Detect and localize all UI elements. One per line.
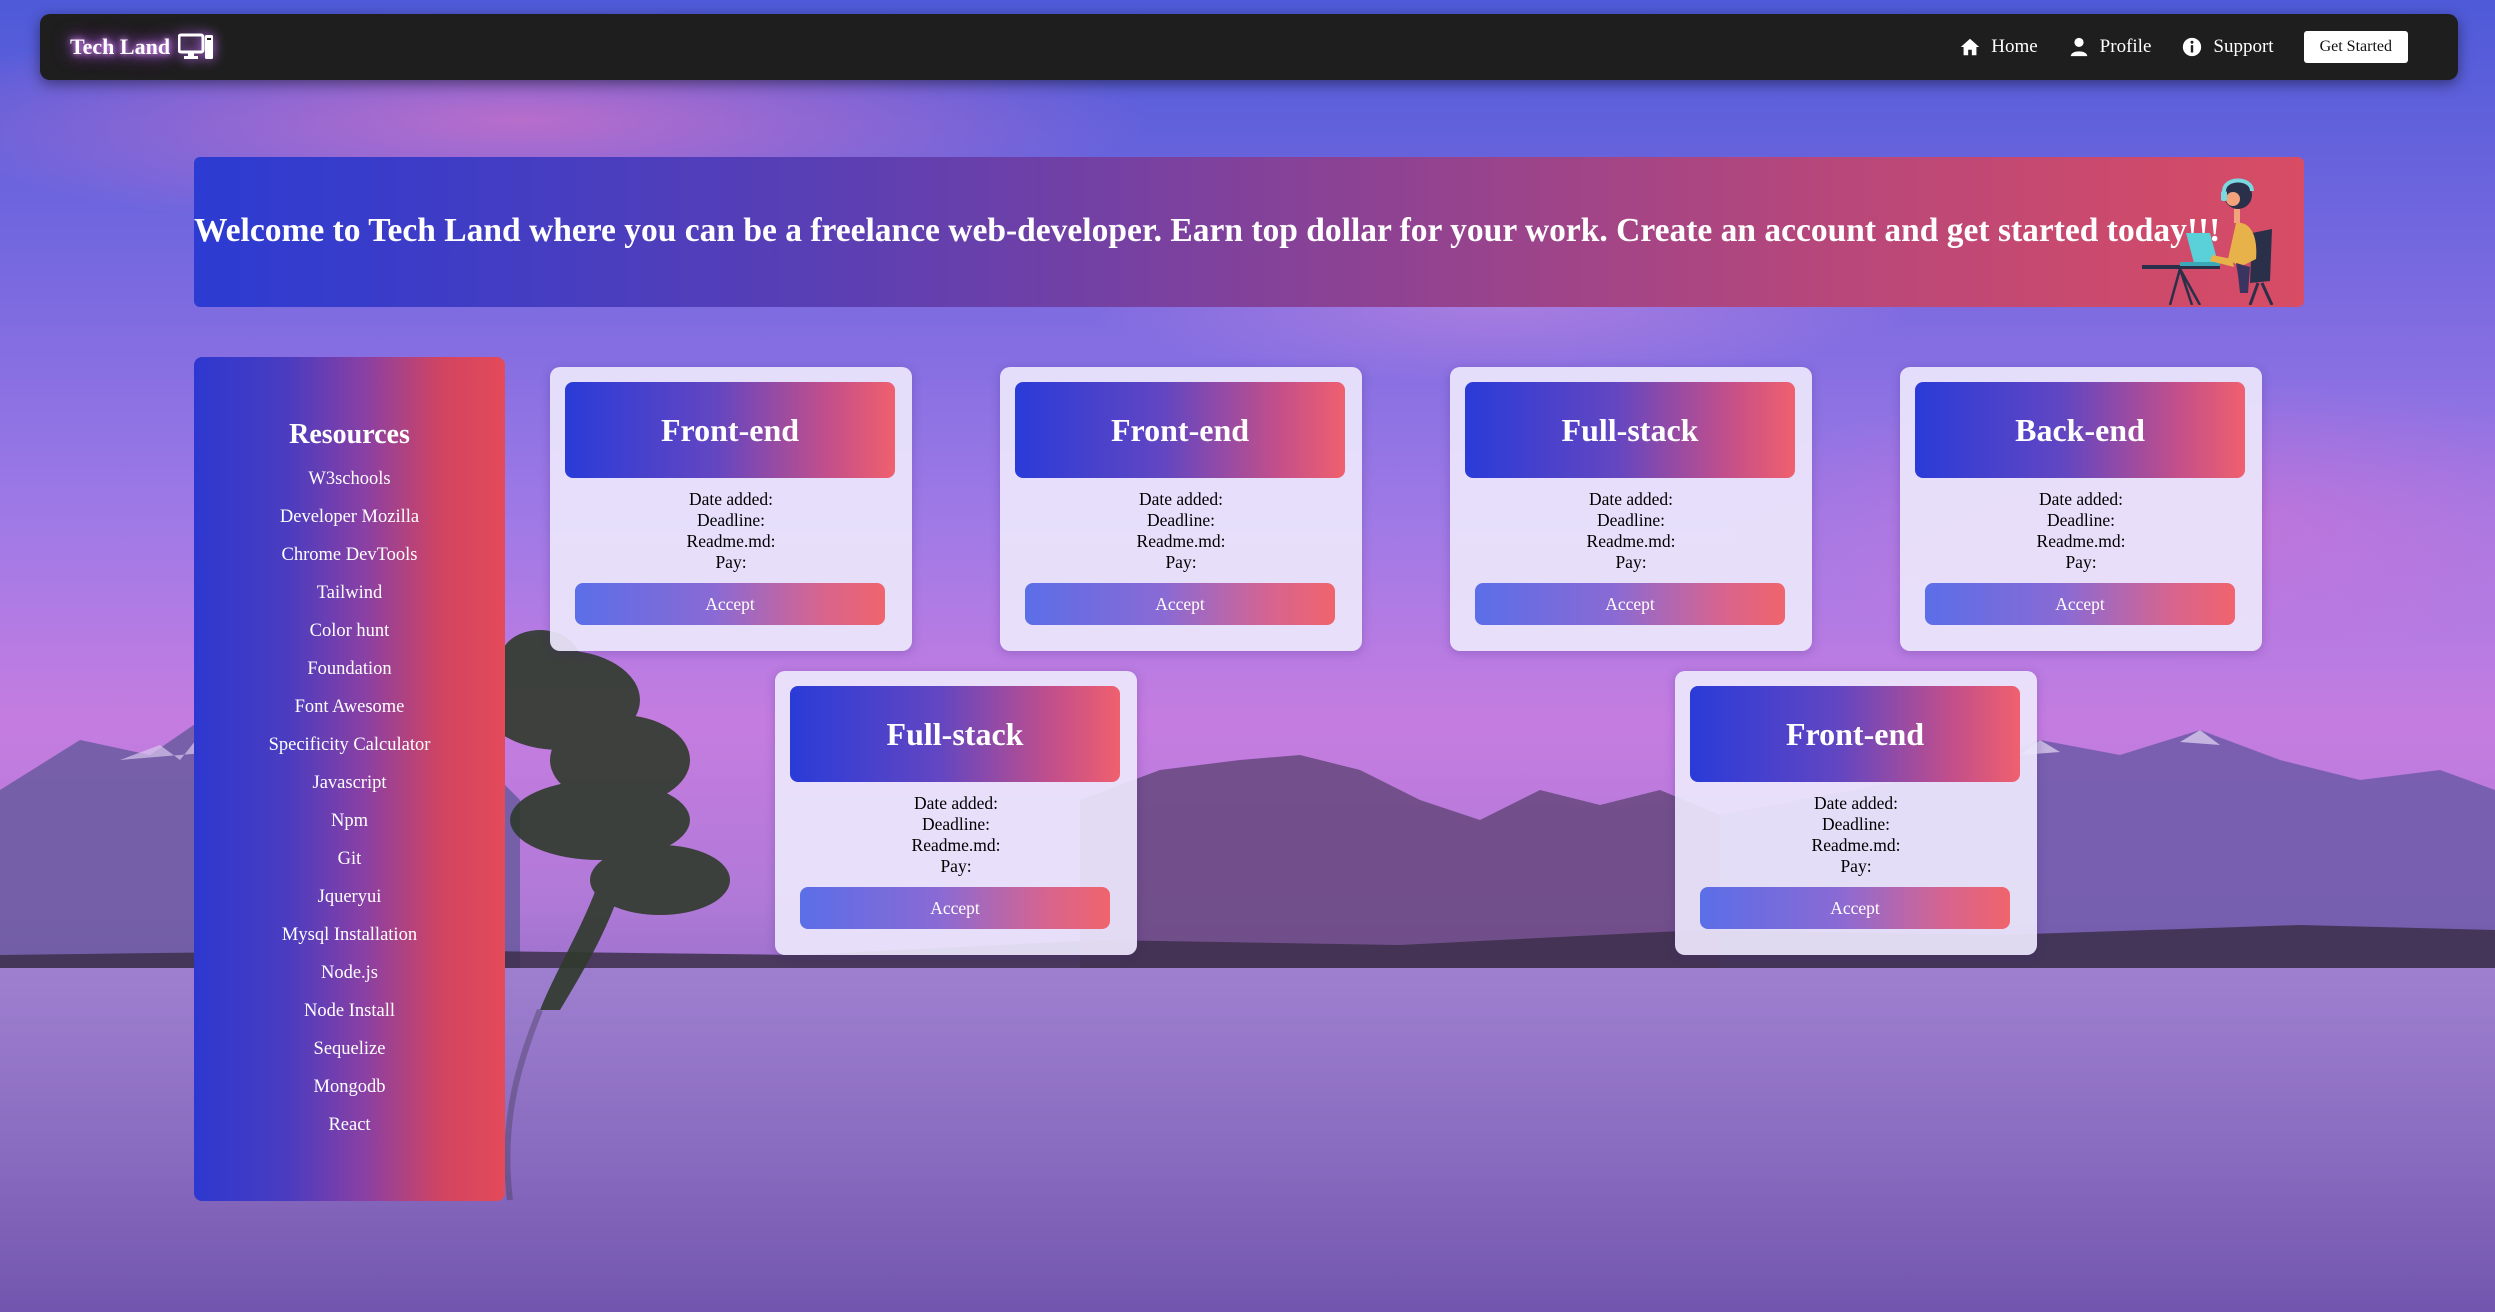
job-title: Back-end bbox=[2015, 411, 2145, 448]
user-icon bbox=[2070, 37, 2087, 57]
resource-link-foundation[interactable]: Foundation bbox=[194, 650, 505, 688]
deadline-label: Deadline: bbox=[696, 510, 766, 530]
deadline-label: Deadline: bbox=[1596, 510, 1666, 530]
job-title: Full-stack bbox=[1561, 411, 1699, 448]
readme-label: Readme.md: bbox=[911, 835, 1001, 855]
deadline-label: Deadline: bbox=[1821, 814, 1891, 834]
nav-home-link[interactable]: Home bbox=[1959, 36, 2038, 58]
welcome-text: Welcome to Tech Land where you can be a … bbox=[194, 212, 2221, 249]
nav-support-link[interactable]: Support bbox=[2181, 36, 2274, 58]
nav-profile-label: Profile bbox=[2099, 36, 2152, 57]
resources-title: Resources bbox=[289, 419, 410, 450]
date-added-label: Date added: bbox=[688, 489, 774, 509]
nav-support-label: Support bbox=[2213, 36, 2274, 57]
job-details: Date added: Deadline: Readme.md: Pay: bbox=[1450, 489, 1812, 573]
readme-label: Readme.md: bbox=[686, 531, 776, 551]
date-added-label: Date added: bbox=[1813, 793, 1899, 813]
job-card-header: Front-end bbox=[1690, 686, 2020, 782]
resources-sidebar: Resources W3schools Developer Mozilla Ch… bbox=[194, 357, 505, 1201]
job-details: Date added: Deadline: Readme.md: Pay: bbox=[1000, 489, 1362, 573]
job-details: Date added: Deadline: Readme.md: Pay: bbox=[550, 489, 912, 573]
info-circle-icon bbox=[2183, 37, 2202, 57]
job-card: Full-stack Date added: Deadline: Readme.… bbox=[1450, 367, 1812, 651]
home-icon bbox=[1961, 38, 1980, 56]
job-title: Front-end bbox=[1110, 411, 1250, 448]
resource-link-w3schools[interactable]: W3schools bbox=[194, 460, 505, 498]
date-added-label: Date added: bbox=[2038, 489, 2124, 509]
pay-label: Pay: bbox=[1615, 552, 1647, 572]
date-added-label: Date added: bbox=[1588, 489, 1674, 509]
accept-button[interactable]: Accept bbox=[1475, 583, 1785, 625]
accept-button[interactable]: Accept bbox=[1025, 583, 1335, 625]
job-card: Front-end Date added: Deadline: Readme.m… bbox=[1675, 671, 2037, 955]
resource-link-mongodb[interactable]: Mongodb bbox=[194, 1068, 505, 1106]
deadline-label: Deadline: bbox=[1146, 510, 1216, 530]
job-title: Front-end bbox=[660, 411, 800, 448]
job-card: Front-end Date added: Deadline: Readme.m… bbox=[1000, 367, 1362, 651]
resource-link-font-awesome[interactable]: Font Awesome bbox=[194, 688, 505, 726]
resource-link-jqueryui[interactable]: Jqueryui bbox=[194, 878, 505, 916]
readme-label: Readme.md: bbox=[1811, 835, 1901, 855]
job-card: Full-stack Date added: Deadline: Readme.… bbox=[775, 671, 1137, 955]
resource-link-javascript[interactable]: Javascript bbox=[194, 764, 505, 802]
resource-link-sequelize[interactable]: Sequelize bbox=[194, 1030, 505, 1068]
pay-label: Pay: bbox=[2065, 552, 2097, 572]
job-card-header: Full-stack bbox=[1465, 382, 1795, 478]
resources-list: W3schools Developer Mozilla Chrome DevTo… bbox=[194, 460, 505, 1144]
pay-label: Pay: bbox=[1165, 552, 1197, 572]
nav-profile-link[interactable]: Profile bbox=[2068, 36, 2152, 58]
pay-label: Pay: bbox=[940, 856, 972, 876]
deadline-label: Deadline: bbox=[921, 814, 991, 834]
resource-link-react[interactable]: React bbox=[194, 1106, 505, 1144]
accept-button[interactable]: Accept bbox=[1700, 887, 2010, 929]
computer-monitor-icon bbox=[178, 33, 214, 59]
resource-link-developer-mozilla[interactable]: Developer Mozilla bbox=[194, 498, 505, 536]
job-card: Back-end Date added: Deadline: Readme.md… bbox=[1900, 367, 2262, 651]
deadline-label: Deadline: bbox=[2046, 510, 2116, 530]
resource-link-mysql-installation[interactable]: Mysql Installation bbox=[194, 916, 505, 954]
job-card-header: Front-end bbox=[565, 382, 895, 478]
welcome-banner: Welcome to Tech Land where you can be a … bbox=[194, 157, 2304, 307]
resource-link-color-hunt[interactable]: Color hunt bbox=[194, 612, 505, 650]
readme-label: Readme.md: bbox=[2036, 531, 2126, 551]
job-details: Date added: Deadline: Readme.md: Pay: bbox=[1900, 489, 2262, 573]
accept-button[interactable]: Accept bbox=[1925, 583, 2235, 625]
job-card-header: Front-end bbox=[1015, 382, 1345, 478]
resource-link-chrome-devtools[interactable]: Chrome DevTools bbox=[194, 536, 505, 574]
job-card: Front-end Date added: Deadline: Readme.m… bbox=[550, 367, 912, 651]
readme-label: Readme.md: bbox=[1586, 531, 1676, 551]
brand-logo[interactable]: Tech Land bbox=[70, 32, 214, 62]
pay-label: Pay: bbox=[1840, 856, 1872, 876]
job-card-header: Back-end bbox=[1915, 382, 2245, 478]
date-added-label: Date added: bbox=[1138, 489, 1224, 509]
accept-button[interactable]: Accept bbox=[575, 583, 885, 625]
job-title: Front-end bbox=[1785, 715, 1925, 752]
person-at-laptop-illustration bbox=[2142, 178, 2274, 305]
nav-home-label: Home bbox=[1991, 36, 2038, 57]
readme-label: Readme.md: bbox=[1136, 531, 1226, 551]
resource-link-tailwind[interactable]: Tailwind bbox=[194, 574, 505, 612]
job-title: Full-stack bbox=[886, 715, 1024, 752]
pay-label: Pay: bbox=[715, 552, 747, 572]
resource-link-npm[interactable]: Npm bbox=[194, 802, 505, 840]
resource-link-node-install[interactable]: Node Install bbox=[194, 992, 505, 1030]
job-card-header: Full-stack bbox=[790, 686, 1120, 782]
job-details: Date added: Deadline: Readme.md: Pay: bbox=[1675, 793, 2037, 877]
resource-link-nodejs[interactable]: Node.js bbox=[194, 954, 505, 992]
top-navbar: Tech Land Home Profile Support Get Start… bbox=[40, 14, 2458, 80]
nav-links: Home Profile Support Get Started bbox=[1959, 30, 2408, 64]
job-details: Date added: Deadline: Readme.md: Pay: bbox=[775, 793, 1137, 877]
brand-name: Tech Land bbox=[70, 34, 171, 59]
accept-button[interactable]: Accept bbox=[800, 887, 1110, 929]
date-added-label: Date added: bbox=[913, 793, 999, 813]
get-started-button[interactable]: Get Started bbox=[2303, 31, 2408, 63]
resource-link-specificity-calculator[interactable]: Specificity Calculator bbox=[194, 726, 505, 764]
resource-link-git[interactable]: Git bbox=[194, 840, 505, 878]
